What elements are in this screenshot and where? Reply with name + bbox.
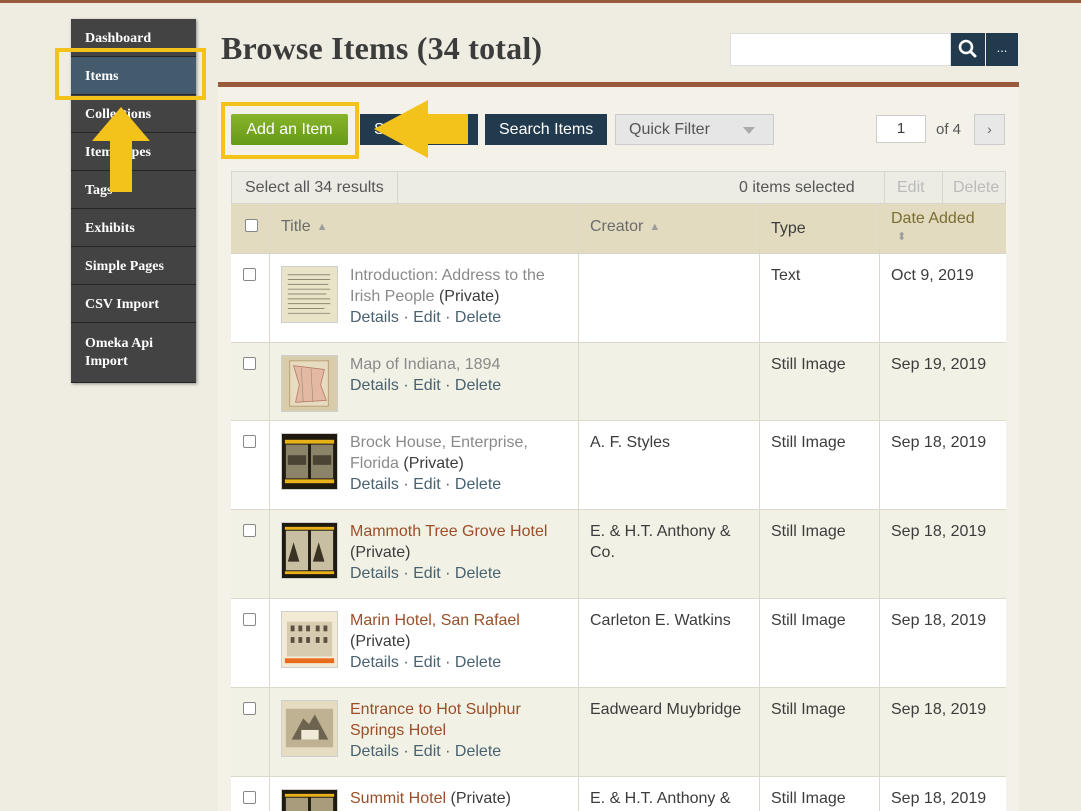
left-arrow-icon xyxy=(374,100,468,158)
